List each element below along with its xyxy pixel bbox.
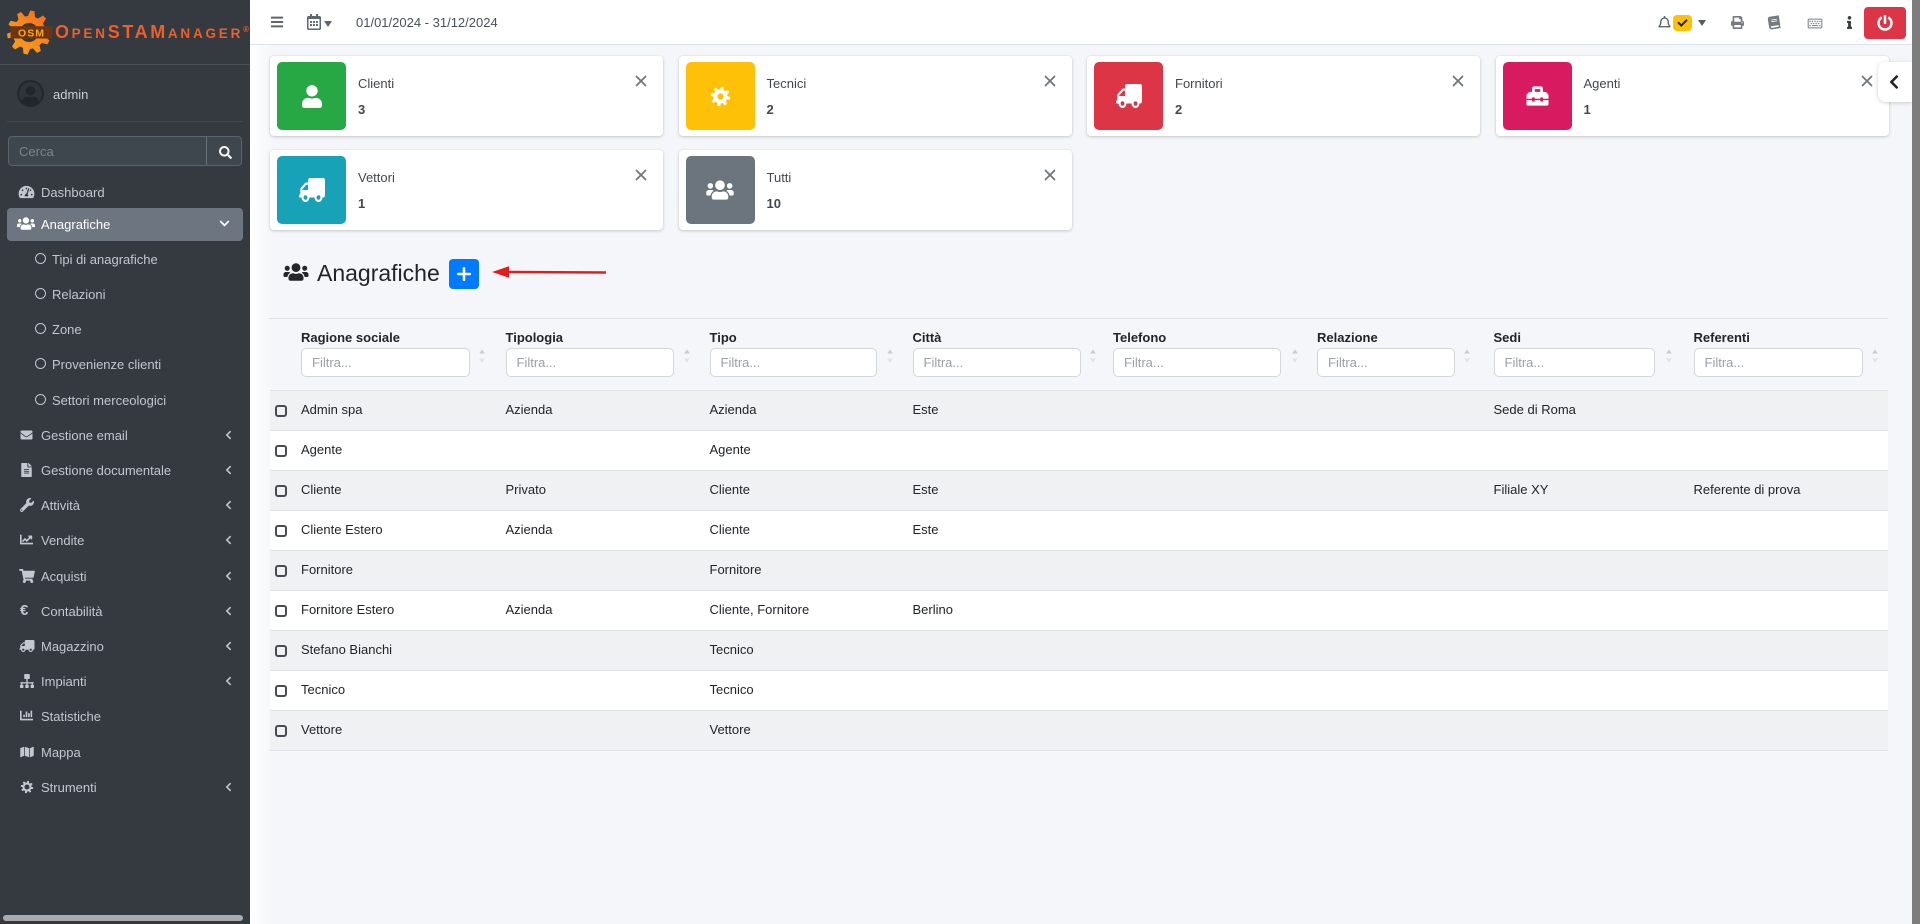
svg-text:OSM: OSM (18, 27, 45, 39)
